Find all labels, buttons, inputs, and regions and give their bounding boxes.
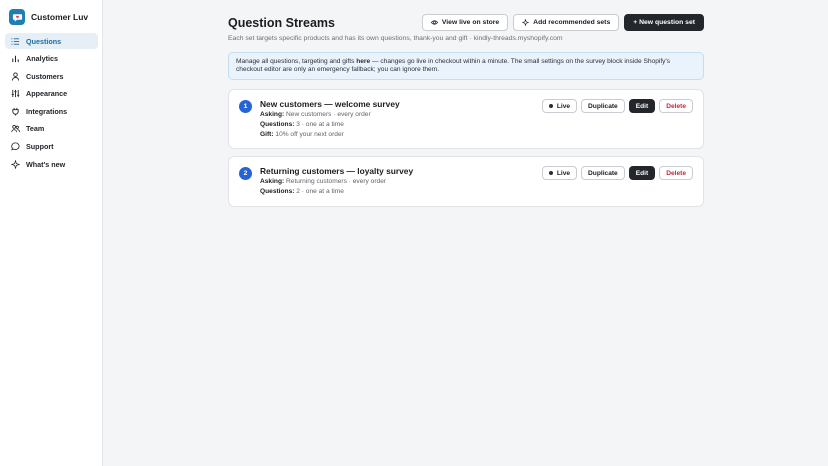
page-subtitle: Each set targets specific products and h… bbox=[228, 35, 563, 42]
sidebar-item-label: Integrations bbox=[26, 106, 68, 116]
brand-name: Customer Luv bbox=[31, 12, 89, 22]
question-set-title: Returning customers — loyalty survey bbox=[260, 166, 414, 176]
questions-value: 2 · one at a time bbox=[296, 188, 344, 195]
live-status-button[interactable]: Live bbox=[541, 99, 578, 113]
person-icon bbox=[11, 72, 20, 81]
question-set-card: 2 Returning customers — loyalty survey A… bbox=[228, 156, 704, 207]
sidebar-item-label: Support bbox=[26, 142, 54, 152]
view-live-label: View live on store bbox=[441, 19, 500, 26]
live-dot-icon bbox=[548, 104, 553, 108]
live-label: Live bbox=[556, 102, 571, 110]
new-question-set-button[interactable]: + New question set bbox=[624, 14, 704, 31]
add-recommended-label: Add recommended sets bbox=[533, 19, 611, 26]
sidebar-item-appearance[interactable]: Appearance bbox=[5, 86, 98, 102]
gift-line: Gift: 10% off your next order bbox=[260, 131, 344, 138]
sidebar-item-team[interactable]: Team bbox=[5, 121, 98, 137]
card-actions: Live Duplicate Edit Delete bbox=[541, 99, 693, 113]
delete-button[interactable]: Delete bbox=[659, 99, 693, 113]
delete-button[interactable]: Delete bbox=[659, 166, 693, 180]
sidebar-item-label: Analytics bbox=[26, 54, 58, 64]
sidebar: Customer Luv Questions Analytics Custome… bbox=[0, 0, 103, 466]
sidebar-item-label: Appearance bbox=[26, 89, 68, 99]
sidebar-item-label: Customers bbox=[26, 71, 64, 81]
sidebar-nav: Questions Analytics Customers Appearance… bbox=[5, 33, 98, 174]
sidebar-item-label: What's new bbox=[26, 159, 66, 169]
add-recommended-sets-button[interactable]: Add recommended sets bbox=[513, 14, 620, 31]
list-icon bbox=[11, 37, 20, 46]
gift-label: Gift: bbox=[260, 131, 274, 138]
sidebar-item-whats-new[interactable]: What's new bbox=[5, 156, 98, 172]
questions-label: Questions: bbox=[260, 188, 295, 195]
sidebar-item-analytics[interactable]: Analytics bbox=[5, 51, 98, 67]
info-banner: Manage all questions, targeting and gift… bbox=[228, 52, 704, 80]
questions-line: Questions: 3 · one at a time bbox=[260, 121, 344, 128]
duplicate-button[interactable]: Duplicate bbox=[581, 166, 625, 180]
asking-line: Asking: Returning customers · every orde… bbox=[260, 178, 386, 185]
page-title: Question Streams bbox=[228, 16, 335, 30]
header-actions: View live on store Add recommended sets … bbox=[421, 14, 704, 31]
sidebar-item-questions[interactable]: Questions bbox=[5, 33, 98, 49]
sidebar-item-customers[interactable]: Customers bbox=[5, 68, 98, 84]
sidebar-item-integrations[interactable]: Integrations bbox=[5, 103, 98, 119]
view-live-button[interactable]: View live on store bbox=[421, 14, 509, 31]
sidebar-item-label: Questions bbox=[26, 36, 62, 46]
brand-logo-icon bbox=[9, 9, 25, 25]
plug-icon bbox=[11, 107, 20, 116]
asking-line: Asking: New customers · every order bbox=[260, 111, 371, 118]
brand[interactable]: Customer Luv bbox=[9, 9, 88, 25]
questions-label: Questions: bbox=[260, 121, 295, 128]
users-icon bbox=[11, 124, 20, 133]
card-actions: Live Duplicate Edit Delete bbox=[541, 166, 693, 180]
asking-label: Asking: bbox=[260, 178, 285, 185]
gift-value: 10% off your next order bbox=[275, 131, 344, 138]
questions-value: 3 · one at a time bbox=[296, 121, 344, 128]
live-label: Live bbox=[556, 169, 571, 177]
step-number-badge: 1 bbox=[239, 100, 252, 113]
step-number-badge: 2 bbox=[239, 167, 252, 180]
duplicate-button[interactable]: Duplicate bbox=[581, 99, 625, 113]
edit-button[interactable]: Edit bbox=[628, 166, 656, 180]
banner-text-before: Manage all questions, targeting and gift… bbox=[236, 58, 357, 65]
chat-bubble-icon bbox=[11, 142, 20, 151]
questions-line: Questions: 2 · one at a time bbox=[260, 188, 344, 195]
live-status-button[interactable]: Live bbox=[541, 166, 578, 180]
sparkle-icon bbox=[11, 159, 20, 169]
eye-icon bbox=[430, 20, 438, 25]
sidebar-item-label: Team bbox=[26, 124, 45, 134]
question-set-card: 1 New customers — welcome survey Asking:… bbox=[228, 89, 704, 149]
sidebar-item-support[interactable]: Support bbox=[5, 139, 98, 155]
asking-label: Asking: bbox=[260, 111, 285, 118]
asking-value: Returning customers · every order bbox=[286, 178, 387, 185]
question-set-title: New customers — welcome survey bbox=[260, 99, 400, 109]
asking-value: New customers · every order bbox=[286, 111, 371, 118]
sparkle-icon bbox=[522, 19, 530, 26]
edit-button[interactable]: Edit bbox=[628, 99, 656, 113]
bar-chart-icon bbox=[11, 54, 20, 63]
sliders-icon bbox=[11, 89, 20, 98]
banner-text-bold: here bbox=[356, 58, 371, 65]
live-dot-icon bbox=[548, 171, 553, 175]
